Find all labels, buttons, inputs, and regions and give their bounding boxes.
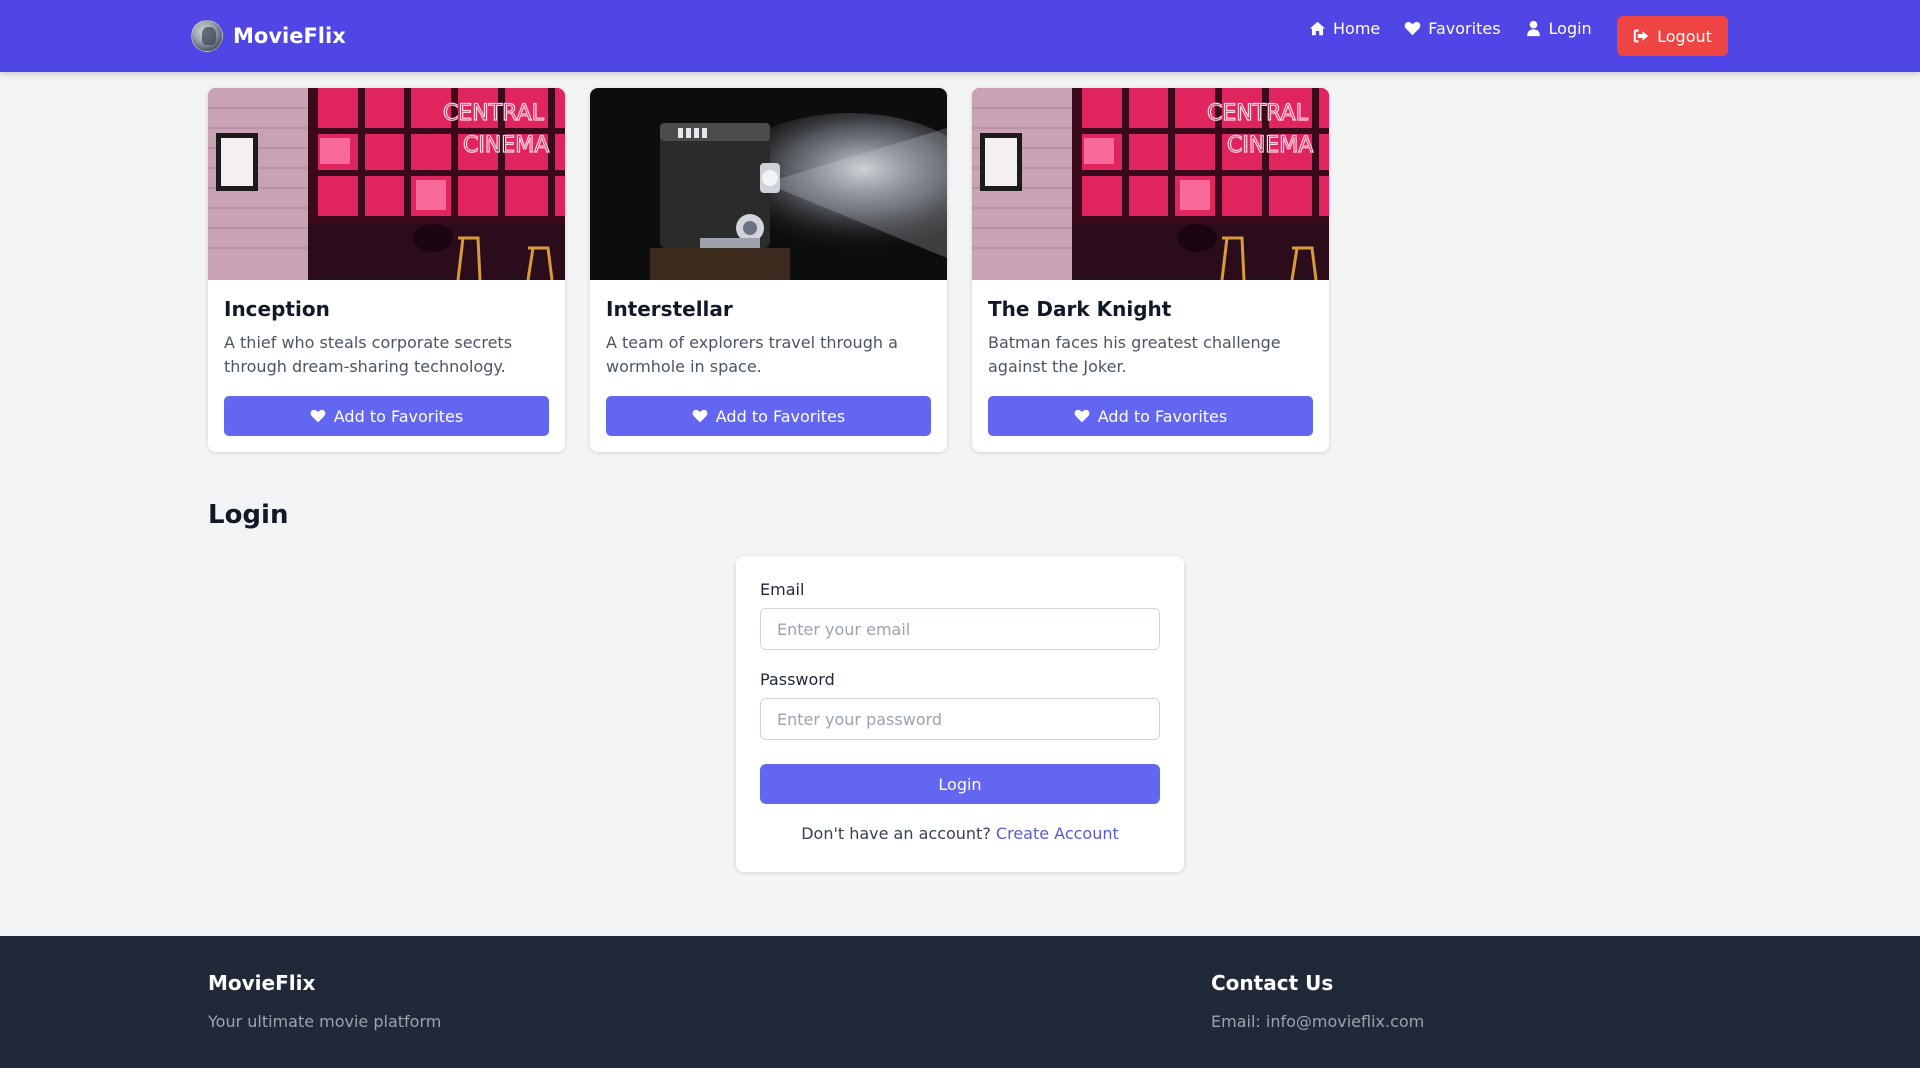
logout-label: Logout (1657, 26, 1712, 46)
button-label: Add to Favorites (715, 406, 846, 426)
movie-title: The Dark Knight (988, 297, 1172, 321)
email-label: Email (760, 580, 805, 599)
home-icon (1309, 21, 1326, 35)
signup-row: Don't have an account? Create Account (760, 824, 1160, 843)
footer-contact-email: Email: info@movieflix.com (1211, 1012, 1425, 1031)
nav-link-favorites[interactable]: Favorites (1404, 18, 1501, 38)
movie-title: Interstellar (606, 297, 733, 321)
movie-card: Interstellar A team of explorers travel … (590, 88, 947, 452)
movie-description: A team of explorers travel through a wor… (606, 333, 898, 376)
footer: MovieFlix Your ultimate movie platform C… (0, 936, 1920, 1068)
movie-description: A thief who steals corporate secrets thr… (224, 333, 513, 376)
brand[interactable]: MovieFlix (191, 19, 346, 53)
card-body: Interstellar A team of explorers travel … (590, 280, 947, 379)
login-submit-button[interactable]: Login (760, 764, 1160, 804)
logout-button[interactable]: Logout (1617, 16, 1728, 56)
nav-links: Home Favorites Login (1309, 16, 1616, 40)
brand-logo (191, 20, 223, 52)
button-label: Add to Favorites (1097, 406, 1228, 426)
signup-prompt: Don't have an account? (801, 824, 991, 843)
neon-cinema-image: CENTRAL CINEMA (208, 88, 565, 280)
heart-icon (310, 409, 326, 423)
heart-icon (1074, 409, 1090, 423)
card-body: The Dark Knight Batman faces his greates… (972, 280, 1329, 379)
movie-title: Inception (224, 297, 330, 321)
movie-description: Batman faces his greatest challenge agai… (988, 333, 1281, 376)
heart-icon (692, 409, 708, 423)
footer-brand-title: MovieFlix (208, 971, 316, 995)
footer-contact-title: Contact Us (1211, 971, 1334, 995)
nav-link-home[interactable]: Home (1309, 19, 1380, 38)
password-label: Password (760, 670, 835, 689)
svg-text:CENTRAL: CENTRAL (443, 101, 545, 126)
movie-poster (590, 88, 947, 280)
login-heading: Login (208, 500, 289, 530)
card-body: Inception A thief who steals corporate s… (208, 280, 565, 379)
svg-text:CINEMA: CINEMA (1227, 133, 1313, 158)
brand-name: MovieFlix (233, 24, 346, 48)
navbar: MovieFlix Home Favorites Login Logout (0, 0, 1920, 72)
film-projector-image (590, 88, 947, 280)
movie-poster: CENTRAL CINEMA (972, 88, 1329, 280)
add-to-favorites-button[interactable]: Add to Favorites (988, 396, 1313, 436)
email-field[interactable] (760, 608, 1160, 650)
add-to-favorites-button[interactable]: Add to Favorites (606, 396, 931, 436)
svg-text:CENTRAL: CENTRAL (1207, 101, 1309, 126)
svg-text:CINEMA: CINEMA (463, 133, 549, 158)
footer-tagline: Your ultimate movie platform (208, 1012, 442, 1031)
user-icon (1526, 20, 1540, 36)
movie-card: CENTRAL CINEMA The Dark Knight Batman fa… (972, 88, 1329, 452)
footer-about: MovieFlix Your ultimate movie platform (208, 970, 441, 1031)
login-form: Email Password Login Don't have an accou… (736, 556, 1184, 872)
nav-link-label: Favorites (1428, 18, 1501, 38)
button-label: Add to Favorites (333, 406, 464, 426)
nav-link-label: Home (1333, 18, 1381, 38)
password-field[interactable] (760, 698, 1160, 740)
nav-link-label: Login (1548, 18, 1592, 38)
page-bottom (0, 1068, 1920, 1080)
nav-link-login[interactable]: Login (1525, 19, 1592, 38)
movie-grid: CENTRAL CINEMA Inception A thief who ste… (208, 88, 1329, 452)
neon-cinema-image: CENTRAL CINEMA (972, 88, 1329, 280)
heart-icon (1404, 21, 1421, 35)
add-to-favorites-button[interactable]: Add to Favorites (224, 396, 549, 436)
movie-poster: CENTRAL CINEMA (208, 88, 565, 280)
create-account-link[interactable]: Create Account (996, 824, 1119, 843)
sign-out-icon (1633, 29, 1649, 43)
footer-contact: Contact Us Email: info@movieflix.com (1211, 970, 1424, 1031)
movie-card: CENTRAL CINEMA Inception A thief who ste… (208, 88, 565, 452)
